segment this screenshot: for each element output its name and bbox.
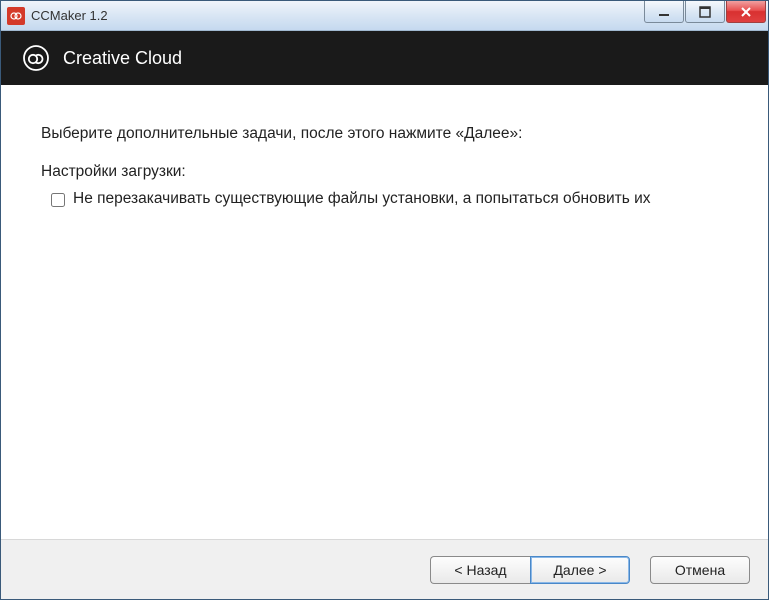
maximize-icon xyxy=(699,6,711,18)
cancel-button[interactable]: Отмена xyxy=(650,556,750,584)
close-button[interactable] xyxy=(726,1,766,23)
window-title: CCMaker 1.2 xyxy=(31,8,108,23)
minimize-icon xyxy=(658,6,670,18)
nav-button-group: < Назад Далее > xyxy=(430,556,630,584)
maximize-button[interactable] xyxy=(685,1,725,23)
instruction-text: Выберите дополнительные задачи, после эт… xyxy=(41,125,732,143)
back-button[interactable]: < Назад xyxy=(430,556,530,584)
next-button[interactable]: Далее > xyxy=(530,556,630,584)
option1-checkbox[interactable] xyxy=(51,193,65,207)
window-controls xyxy=(644,1,766,23)
app-icon xyxy=(7,7,25,25)
section-label: Настройки загрузки: xyxy=(41,163,732,181)
header-band: Creative Cloud xyxy=(1,31,768,85)
close-icon xyxy=(740,6,752,18)
creative-cloud-icon xyxy=(23,45,49,71)
header-title: Creative Cloud xyxy=(63,48,182,69)
option-row[interactable]: Не перезакачивать существующие файлы уст… xyxy=(41,189,732,210)
footer: < Назад Далее > Отмена xyxy=(1,539,768,599)
titlebar[interactable]: CCMaker 1.2 xyxy=(1,1,768,31)
window: CCMaker 1.2 Creative Cloud Выберите допо… xyxy=(0,0,769,600)
minimize-button[interactable] xyxy=(644,1,684,23)
option1-label: Не перезакачивать существующие файлы уст… xyxy=(73,189,651,210)
content-area: Выберите дополнительные задачи, после эт… xyxy=(1,85,768,539)
